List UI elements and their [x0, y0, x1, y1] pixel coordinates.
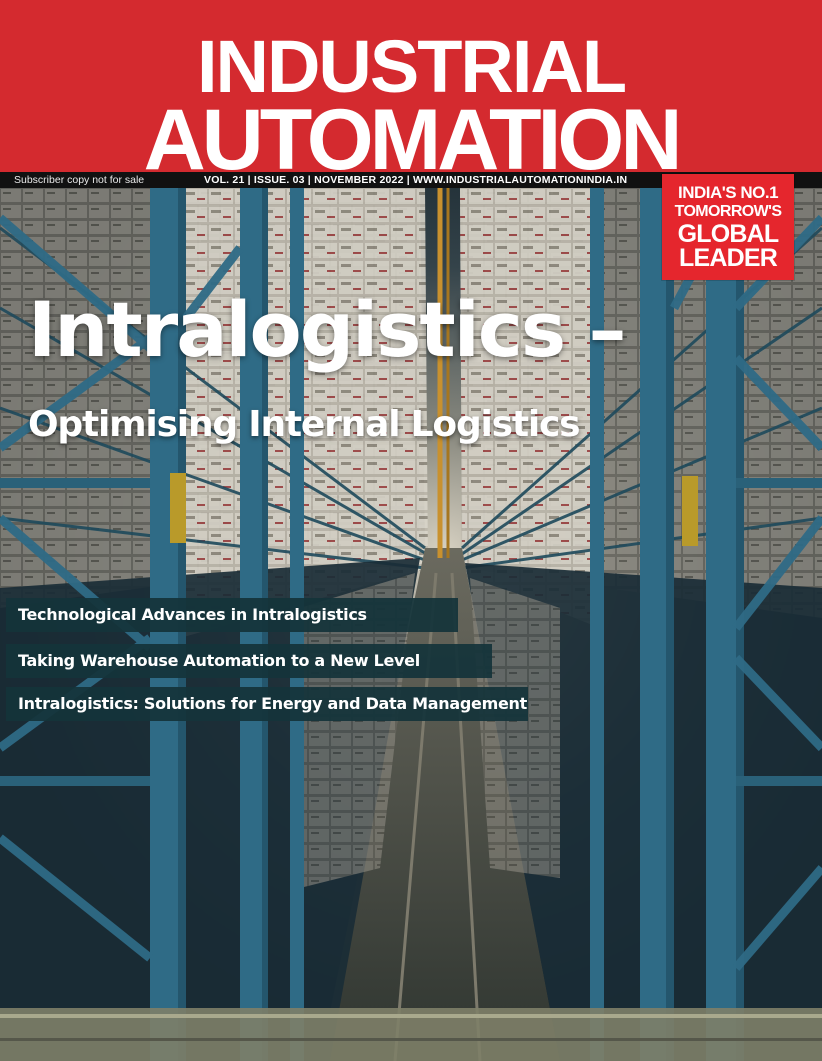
teaser-warehouse-automation: Taking Warehouse Automation to a New Lev… — [6, 644, 492, 678]
badge-line2: TOMORROW'S — [674, 203, 782, 220]
subscriber-notice: Subscriber copy not for sale — [14, 174, 145, 186]
masthead-title-line2: AUTOMATION — [143, 92, 683, 188]
india-no1-badge: INDIA'S NO.1 TOMORROW'S GLOBAL LEADER — [662, 174, 794, 280]
badge-line4: LEADER — [679, 244, 778, 272]
cover-subheadline: Optimising Internal Logistics — [28, 404, 581, 445]
magazine-cover: INDUSTRIAL AUTOMATION Subscriber copy no… — [0, 0, 822, 1061]
cover-headline: Intralogistics – — [28, 285, 627, 374]
masthead: INDUSTRIAL AUTOMATION — [0, 0, 822, 183]
teaser-energy-data-management: Intralogistics: Solutions for Energy and… — [6, 687, 528, 721]
issue-details: VOL. 21 | ISSUE. 03 | NOVEMBER 2022 | WW… — [204, 174, 628, 186]
badge-line1: INDIA'S NO.1 — [677, 183, 779, 202]
teaser-technological-advances: Technological Advances in Intralogistics — [6, 598, 458, 632]
